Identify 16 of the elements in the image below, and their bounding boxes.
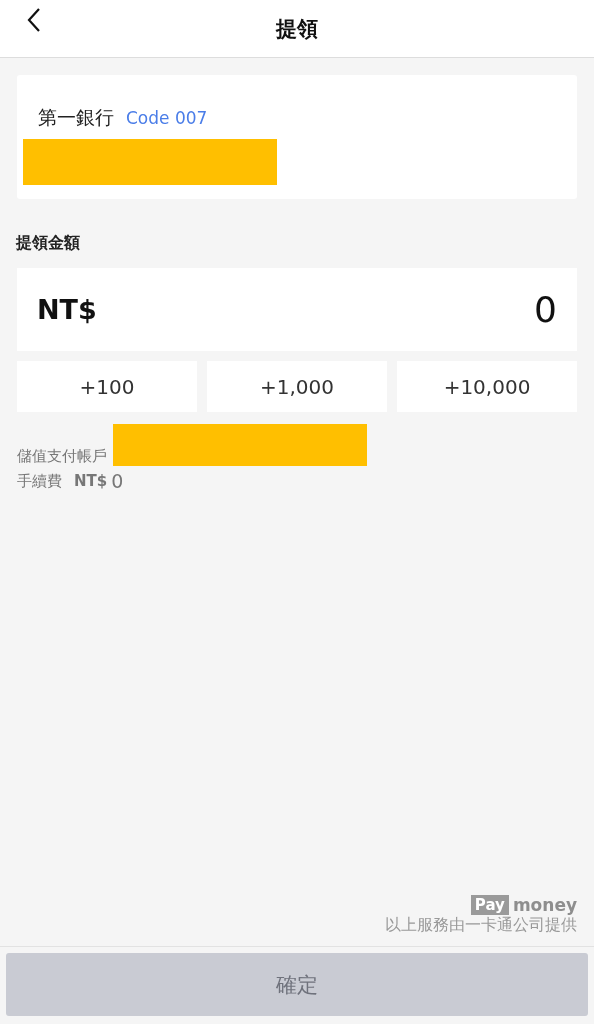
logo-money: money (512, 895, 577, 915)
account-label: 儲值支付帳戶 (17, 447, 107, 466)
fee-currency: NT$ (74, 472, 108, 490)
amount-field[interactable]: NT$ 0 (17, 268, 577, 351)
logo-pay: Pay (470, 895, 509, 915)
bank-name: 第一銀行 (38, 105, 114, 130)
bank-code: Code 007 (126, 108, 208, 128)
quick-add-button[interactable]: +100 (17, 361, 197, 412)
page-title: 提領 (276, 15, 318, 43)
amount-label: 提領金額 (16, 233, 80, 254)
quick-add-button[interactable]: +1,000 (207, 361, 387, 412)
fee-value: 0 (111, 470, 124, 492)
quick-add-button[interactable]: +10,000 (397, 361, 577, 412)
provider-note: 以上服務由一卡通公司提供 (385, 915, 577, 936)
fee-label: 手續費 (17, 471, 62, 491)
back-icon[interactable] (27, 7, 41, 33)
